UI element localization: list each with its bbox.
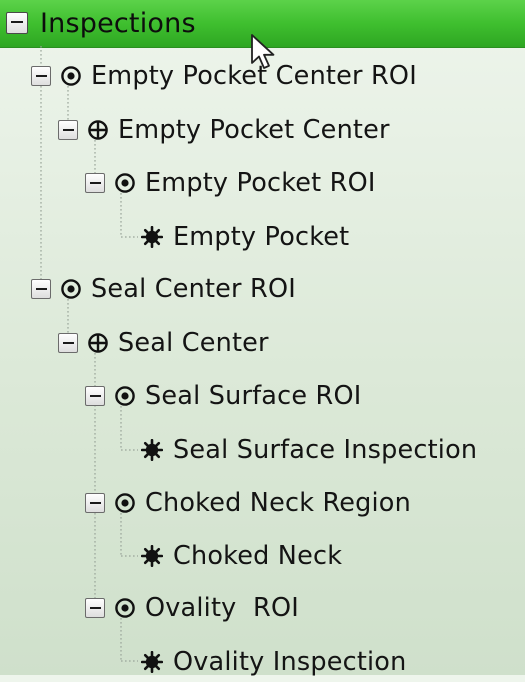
tree-item-empty-pocket-center[interactable]: Empty Pocket Center	[58, 110, 390, 150]
tree-item-empty-pocket[interactable]: Empty Pocket	[141, 217, 349, 257]
tree-item-empty-pocket-center-roi[interactable]: Empty Pocket Center ROI	[31, 56, 417, 96]
tree-item-label: Seal Center ROI	[91, 274, 296, 304]
tree-item-label: Empty Pocket ROI	[145, 168, 376, 198]
tree-item-seal-surface-roi[interactable]: Seal Surface ROI	[85, 376, 361, 416]
inspection-gear-icon	[141, 651, 163, 673]
inspections-tree: Inspections Empty Pocket Center ROI Empt…	[0, 0, 525, 677]
tree-root-row[interactable]: Inspections	[6, 3, 196, 43]
roi-target-icon	[114, 172, 136, 194]
collapse-icon[interactable]	[6, 12, 28, 34]
collapse-icon[interactable]	[31, 66, 51, 86]
collapse-icon[interactable]	[85, 598, 105, 618]
roi-target-icon	[114, 385, 136, 407]
tree-item-ovality-roi[interactable]: Ovality ROI	[85, 588, 299, 628]
tree-item-empty-pocket-roi[interactable]: Empty Pocket ROI	[85, 163, 376, 203]
tree-root-item-inspections[interactable]: Inspections	[0, 0, 525, 48]
tree-item-choked-neck[interactable]: Choked Neck	[141, 536, 342, 576]
crosshair-center-icon	[87, 332, 109, 354]
collapse-icon[interactable]	[58, 120, 78, 140]
tree-item-label: Empty Pocket	[173, 222, 350, 252]
tree-item-label: Seal Surface Inspection	[173, 435, 478, 465]
collapse-icon[interactable]	[58, 333, 78, 353]
tree-item-label: Choked Neck	[173, 541, 343, 571]
collapse-icon[interactable]	[85, 173, 105, 193]
tree-item-seal-center-roi[interactable]: Seal Center ROI	[31, 269, 296, 309]
roi-target-icon	[114, 597, 136, 619]
crosshair-center-icon	[87, 119, 109, 141]
inspection-gear-icon	[141, 226, 163, 248]
collapse-icon[interactable]	[85, 386, 105, 406]
tree-item-seal-center[interactable]: Seal Center	[58, 323, 269, 363]
tree-item-choked-neck-region[interactable]: Choked Neck Region	[85, 483, 411, 523]
tree-item-label: Ovality Inspection	[173, 647, 407, 677]
tree-item-label: Empty Pocket Center ROI	[91, 61, 417, 91]
inspection-gear-icon	[141, 545, 163, 567]
tree-item-label: Empty Pocket Center	[118, 115, 390, 145]
tree-item-ovality-inspection[interactable]: Ovality Inspection	[141, 642, 406, 682]
roi-target-icon	[114, 492, 136, 514]
roi-target-icon	[60, 65, 82, 87]
tree-item-label: Choked Neck Region	[145, 488, 411, 518]
tree-item-label: Seal Center	[118, 328, 269, 358]
tree-item-label: Ovality ROI	[145, 593, 299, 623]
collapse-icon[interactable]	[85, 493, 105, 513]
inspection-gear-icon	[141, 439, 163, 461]
tree-item-label: Seal Surface ROI	[145, 381, 362, 411]
tree-item-seal-surface-inspection[interactable]: Seal Surface Inspection	[141, 430, 477, 470]
roi-target-icon	[60, 278, 82, 300]
collapse-icon[interactable]	[31, 279, 51, 299]
tree-root-label: Inspections	[40, 7, 196, 39]
